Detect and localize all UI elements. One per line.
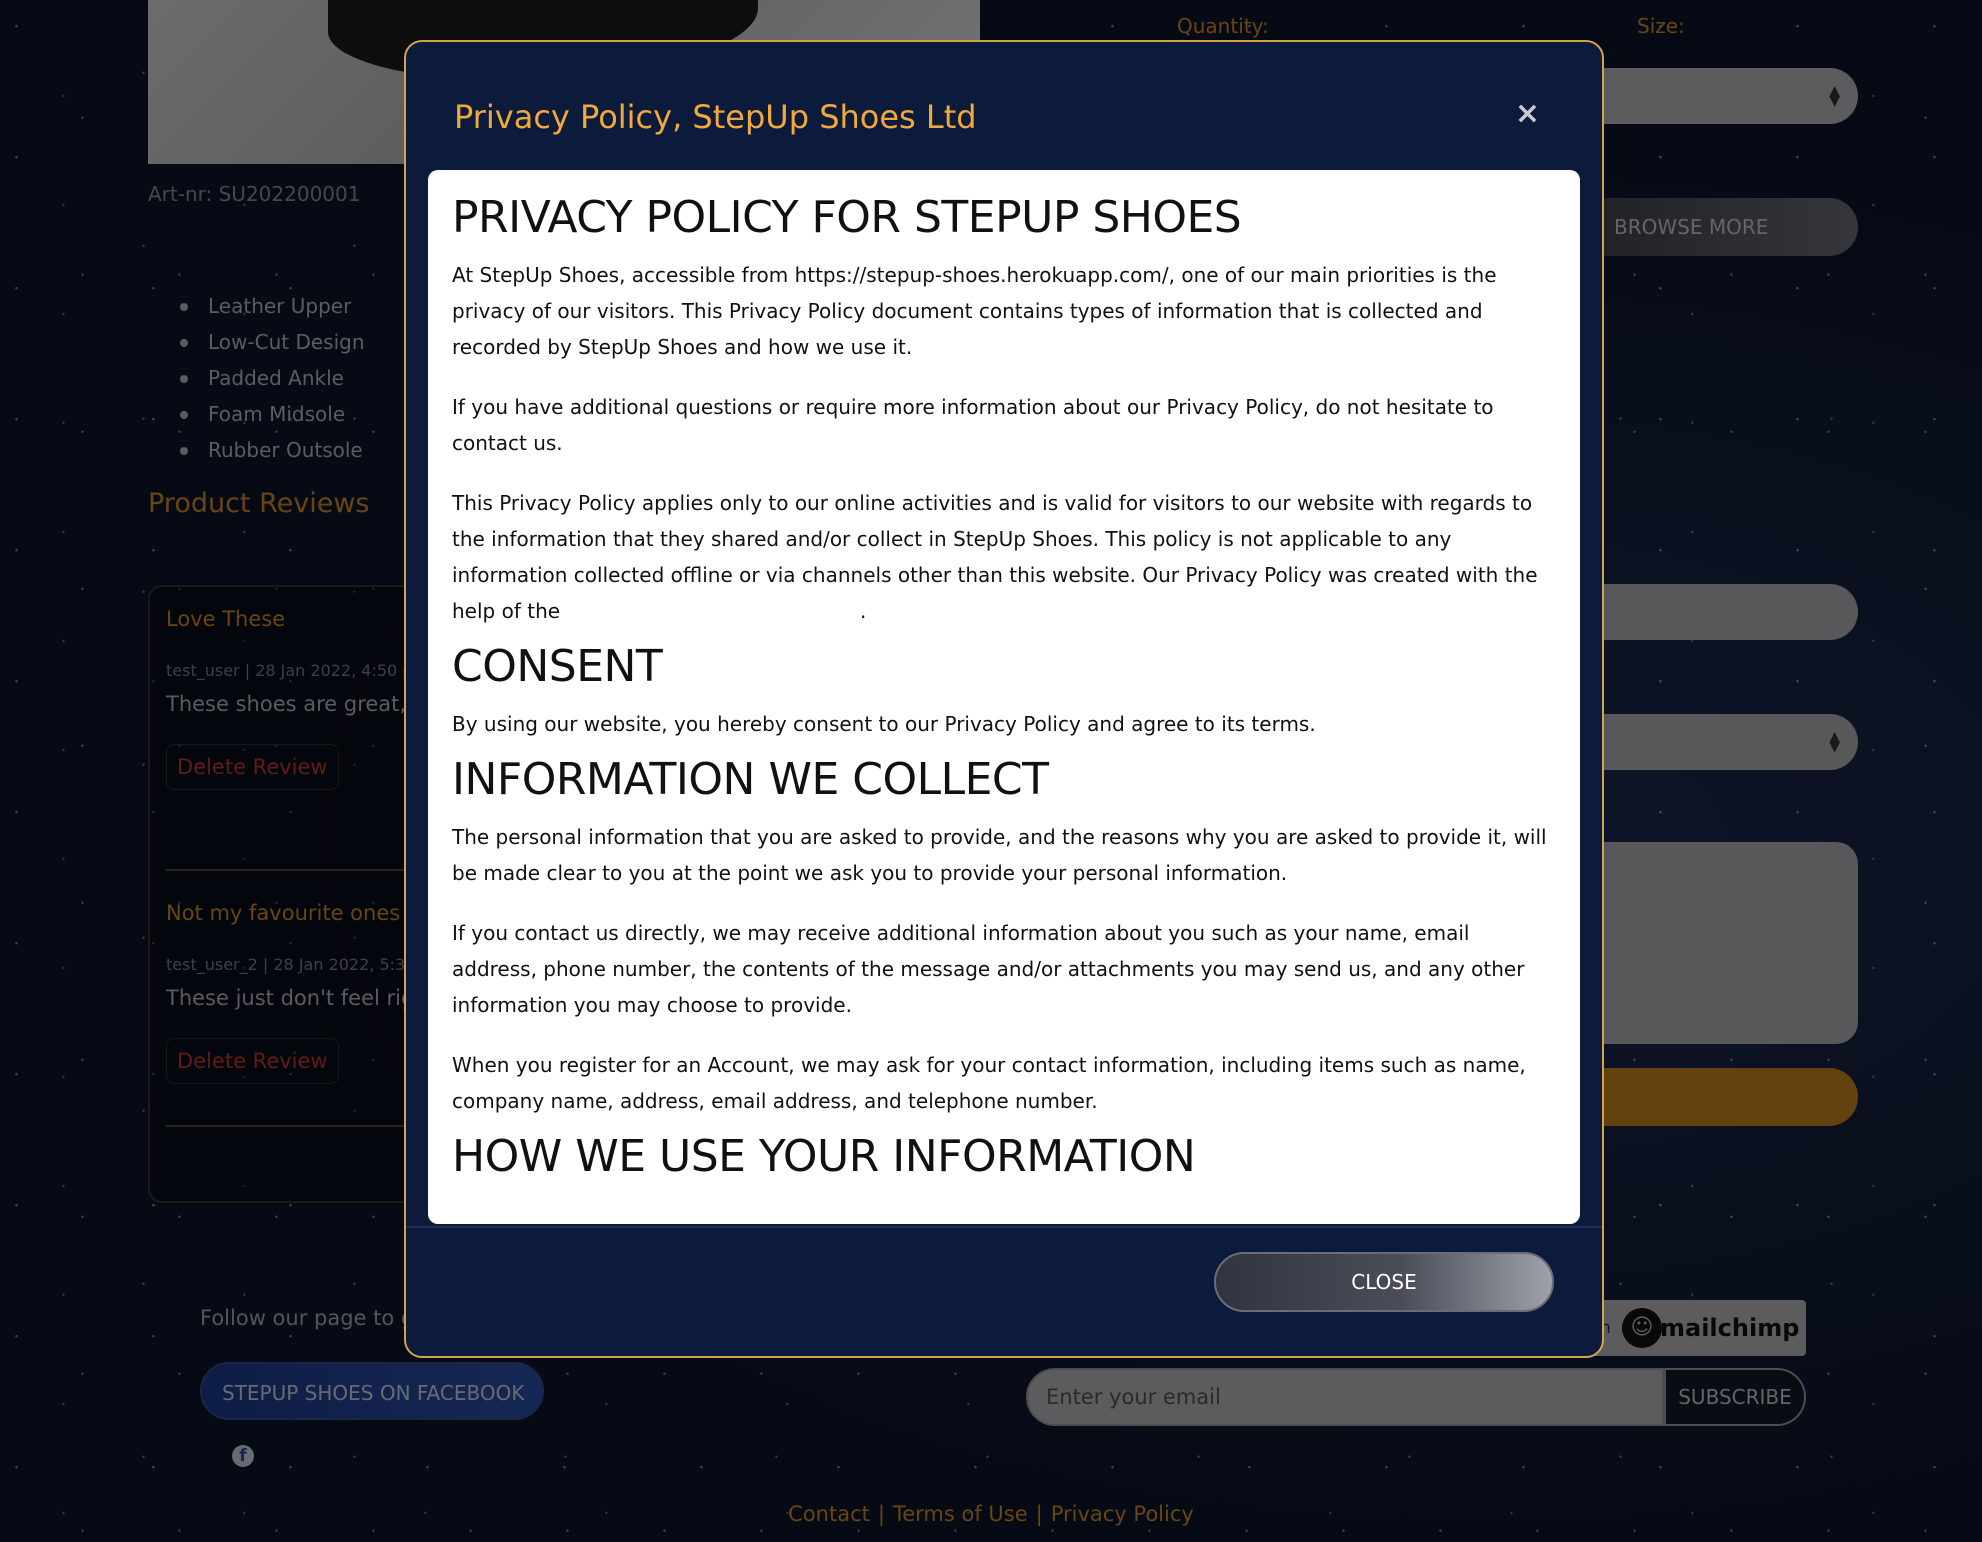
policy-paragraph: When you register for an Account, we may…: [452, 1053, 1526, 1113]
policy-paragraph: At StepUp Shoes, accessible from https:/…: [452, 263, 1497, 359]
policy-heading: PRIVACY POLICY FOR STEPUP SHOES: [452, 192, 1242, 243]
policy-paragraph: This Privacy Policy applies only to our …: [452, 485, 1556, 629]
collect-heading: INFORMATION WE COLLECT: [452, 754, 1049, 805]
close-icon[interactable]: ×: [1515, 96, 1540, 131]
policy-text: This Privacy Policy applies only to our …: [452, 491, 1538, 623]
use-heading: HOW WE USE YOUR INFORMATION: [452, 1131, 1196, 1182]
policy-paragraph: The personal information that you are as…: [452, 825, 1547, 885]
policy-paragraph: If you contact us directly, we may recei…: [452, 921, 1525, 1017]
modal-body: PRIVACY POLICY FOR STEPUP SHOES At StepU…: [428, 170, 1580, 1224]
modal-title: Privacy Policy, StepUp Shoes Ltd: [454, 98, 977, 136]
policy-text: .: [860, 599, 867, 623]
privacy-policy-modal: Privacy Policy, StepUp Shoes Ltd × PRIVA…: [404, 40, 1604, 1358]
modal-footer-divider: [406, 1226, 1602, 1228]
policy-paragraph: If you have additional questions or requ…: [452, 395, 1494, 455]
close-button[interactable]: CLOSE: [1214, 1252, 1554, 1312]
consent-heading: CONSENT: [452, 641, 663, 692]
policy-paragraph: By using our website, you hereby consent…: [452, 712, 1316, 736]
